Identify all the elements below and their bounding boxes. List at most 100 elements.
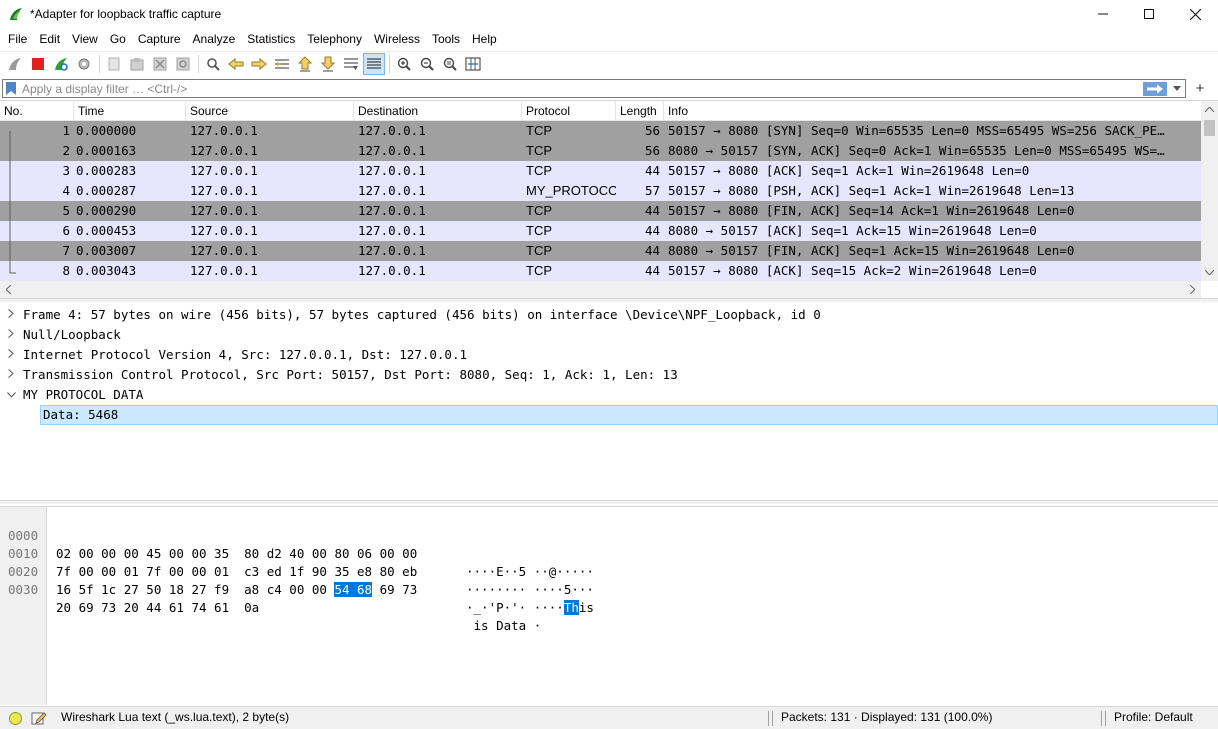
stop-capture-button[interactable] xyxy=(27,53,49,75)
first-packet-button[interactable] xyxy=(294,53,316,75)
menu-statistics[interactable]: Statistics xyxy=(241,28,301,50)
menu-telephony[interactable]: Telephony xyxy=(301,28,368,50)
resize-columns-button[interactable] xyxy=(462,53,484,75)
packet-cell-info: 8080 → 50157 [ACK] Seq=1 Ack=15 Win=2619… xyxy=(668,223,1037,238)
chevron-right-icon xyxy=(1190,285,1195,294)
byte-hex[interactable]: 20 69 73 20 44 61 74 61 0a xyxy=(56,599,259,617)
restart-capture-button[interactable] xyxy=(50,53,72,75)
close-icon xyxy=(1189,8,1201,20)
menu-help[interactable]: Help xyxy=(466,28,503,50)
add-filter-button[interactable]: + xyxy=(1189,78,1211,98)
column-header-protocol[interactable]: Protocol xyxy=(522,101,616,121)
byte-ascii-highlight[interactable]: Th xyxy=(563,600,579,615)
tree-item-data-selected[interactable]: Data: 5468 xyxy=(40,405,1218,425)
zoom-in-button[interactable] xyxy=(393,53,415,75)
display-filter-input[interactable] xyxy=(22,80,1143,97)
packet-list-horizontal-scrollbar[interactable] xyxy=(0,281,1201,298)
column-header-info[interactable]: Info xyxy=(664,101,1201,121)
chevron-right-icon[interactable] xyxy=(5,325,17,345)
chevron-right-icon[interactable] xyxy=(5,345,17,365)
column-header-length[interactable]: Length xyxy=(616,101,664,121)
tree-item-null-loopback[interactable]: Null/Loopback xyxy=(0,325,1218,345)
menu-tools[interactable]: Tools xyxy=(426,28,466,50)
scroll-up-button[interactable] xyxy=(1201,101,1218,118)
pane-splitter[interactable] xyxy=(0,298,1218,302)
byte-hex[interactable]: 7f 00 00 01 7f 00 00 01 c3 ed 1f 90 35 e… xyxy=(56,563,417,581)
tree-item-frame[interactable]: Frame 4: 57 bytes on wire (456 bits), 57… xyxy=(0,305,1218,325)
bookmark-icon[interactable] xyxy=(5,81,17,96)
packet-row[interactable]: 2 0.000163 127.0.0.1 127.0.0.1 TCP 56 8080 → 5… xyxy=(0,141,1201,161)
packet-row[interactable]: 7 0.003007 127.0.0.1 127.0.0.1 TCP 44 8080 → 5… xyxy=(0,241,1201,261)
packet-row[interactable]: 8 0.003043 127.0.0.1 127.0.0.1 TCP 44 50157 → … xyxy=(0,261,1201,281)
packet-row[interactable]: 5 0.000290 127.0.0.1 127.0.0.1 TCP 44 50157 → … xyxy=(0,201,1201,221)
apply-filter-button[interactable] xyxy=(1143,81,1167,96)
save-file-button[interactable] xyxy=(126,53,148,75)
byte-ascii[interactable]: ·_·'P·'· ····This xyxy=(466,599,594,617)
reload-file-button[interactable] xyxy=(172,53,194,75)
scroll-left-button[interactable] xyxy=(0,281,17,298)
packet-cell-source: 127.0.0.1 xyxy=(190,143,258,158)
packet-row[interactable]: 4 0.000287 127.0.0.1 127.0.0.1 MY_PROTOCOL 57… xyxy=(0,181,1201,201)
tree-item-label: Frame 4: 57 bytes on wire (456 bits), 57… xyxy=(23,307,821,322)
capture-options-button[interactable] xyxy=(73,53,95,75)
scroll-thumb[interactable] xyxy=(1204,120,1215,136)
scroll-down-button[interactable] xyxy=(1201,264,1218,281)
byte-hex-highlight[interactable]: 54 68 xyxy=(334,582,373,597)
close-file-button[interactable] xyxy=(149,53,171,75)
tree-item-label: Null/Loopback xyxy=(23,327,121,342)
go-back-button[interactable] xyxy=(225,53,247,75)
packet-row[interactable]: 3 0.000283 127.0.0.1 127.0.0.1 TCP 44 50157 → … xyxy=(0,161,1201,181)
tree-item-label: Transmission Control Protocol, Src Port:… xyxy=(23,367,678,382)
column-header-source[interactable]: Source xyxy=(186,101,354,121)
byte-hex[interactable]: 02 00 00 00 45 00 00 35 80 d2 40 00 80 0… xyxy=(56,545,417,563)
profile-switcher[interactable]: Profile: Default xyxy=(1114,710,1193,724)
column-header-no[interactable]: No. xyxy=(0,101,74,121)
byte-ascii[interactable]: ········ ····5··· xyxy=(466,581,594,599)
toolbar-separator xyxy=(389,55,390,73)
menu-analyze[interactable]: Analyze xyxy=(187,28,242,50)
close-button[interactable] xyxy=(1172,0,1218,28)
filter-history-dropdown[interactable] xyxy=(1169,81,1185,97)
byte-line: 0010 7f 00 00 01 7f 00 00 01 c3 ed 1f 90… xyxy=(0,527,594,597)
packet-list-vertical-scrollbar[interactable] xyxy=(1201,101,1218,281)
column-header-destination[interactable]: Destination xyxy=(354,101,522,121)
open-file-button[interactable] xyxy=(103,53,125,75)
scroll-right-button[interactable] xyxy=(1184,281,1201,298)
column-header-time[interactable]: Time xyxy=(74,101,186,121)
go-forward-button[interactable] xyxy=(248,53,270,75)
menu-go[interactable]: Go xyxy=(104,28,132,50)
packet-row[interactable]: 1 0.000000 127.0.0.1 127.0.0.1 TCP 56 50157 → … xyxy=(0,121,1201,141)
toolbar-separator xyxy=(99,55,100,73)
chevron-down-icon[interactable] xyxy=(5,385,17,405)
colorize-button[interactable] xyxy=(363,53,385,75)
maximize-button[interactable] xyxy=(1126,0,1172,28)
chevron-right-icon[interactable] xyxy=(5,365,17,385)
start-capture-button[interactable] xyxy=(4,53,26,75)
menu-capture[interactable]: Capture xyxy=(132,28,187,50)
capture-comment-icon[interactable] xyxy=(31,710,47,726)
byte-ascii[interactable]: is Data · xyxy=(466,617,542,635)
normal-size-button[interactable] xyxy=(439,53,461,75)
byte-hex[interactable]: 16 5f 1c 27 50 18 27 f9 a8 c4 00 00 54 6… xyxy=(56,581,417,599)
chevron-right-icon[interactable] xyxy=(5,305,17,325)
packet-cell-source: 127.0.0.1 xyxy=(190,123,258,138)
expert-info-indicator-icon[interactable] xyxy=(9,712,22,725)
tree-item-ipv4[interactable]: Internet Protocol Version 4, Src: 127.0.… xyxy=(0,345,1218,365)
tree-item-tcp[interactable]: Transmission Control Protocol, Src Port:… xyxy=(0,365,1218,385)
go-to-packet-button[interactable] xyxy=(271,53,293,75)
tree-item-my-protocol[interactable]: MY PROTOCOL DATA xyxy=(0,385,1218,405)
minimize-button[interactable] xyxy=(1080,0,1126,28)
byte-ascii[interactable]: ····E··5 ··@····· xyxy=(466,563,594,581)
packet-cell-time: 0.003007 xyxy=(76,243,137,258)
zoom-out-button[interactable] xyxy=(416,53,438,75)
packet-row[interactable]: 6 0.000453 127.0.0.1 127.0.0.1 TCP 44 8080 → 5… xyxy=(0,221,1201,241)
auto-scroll-button[interactable] xyxy=(340,53,362,75)
stop-icon xyxy=(32,58,44,70)
find-packet-button[interactable] xyxy=(202,53,224,75)
pane-splitter[interactable] xyxy=(0,500,1218,504)
menu-file[interactable]: File xyxy=(2,28,33,50)
menu-wireless[interactable]: Wireless xyxy=(368,28,426,50)
last-packet-button[interactable] xyxy=(317,53,339,75)
menu-edit[interactable]: Edit xyxy=(33,28,66,50)
menu-view[interactable]: View xyxy=(66,28,104,50)
